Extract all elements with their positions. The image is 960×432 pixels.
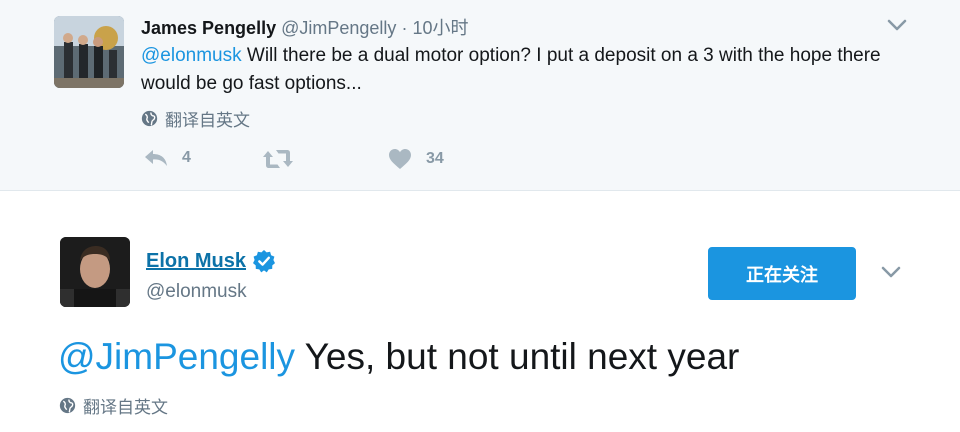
tweet-body: Yes, but not until next year — [295, 336, 740, 377]
translate-link[interactable]: 翻译自英文 — [59, 393, 168, 418]
separator: · — [401, 18, 408, 38]
reply-header: James Pengelly @JimPengelly · 10小时 — [141, 14, 468, 40]
reply-tweet[interactable]: James Pengelly @JimPengelly · 10小时 @elon… — [0, 0, 960, 191]
avatar-photo — [54, 16, 124, 88]
reply-icon — [145, 150, 167, 166]
author-handle[interactable]: @elonmusk — [146, 281, 247, 303]
globe-icon — [59, 397, 76, 414]
like-count: 34 — [426, 150, 444, 167]
tweet-text: @elonmusk Will there be a dual motor opt… — [141, 42, 881, 98]
chevron-down-icon[interactable] — [886, 18, 908, 32]
retweet-button[interactable] — [262, 148, 308, 170]
globe-icon — [141, 110, 158, 127]
author-name-link[interactable]: Elon Musk — [146, 249, 276, 273]
mention-link[interactable]: @elonmusk — [141, 45, 242, 66]
tweet-body: Will there be a dual motor option? I put… — [141, 45, 881, 94]
translate-link[interactable]: 翻译自英文 — [141, 106, 250, 131]
timestamp[interactable]: 10小时 — [412, 18, 468, 38]
retweet-icon — [263, 150, 293, 168]
tweet-text: @JimPengelly Yes, but not until next yea… — [58, 334, 918, 380]
following-button[interactable]: 正在关注 — [708, 247, 856, 300]
mention-link[interactable]: @JimPengelly — [58, 336, 295, 377]
avatar[interactable] — [60, 237, 130, 307]
translate-label: 翻译自英文 — [165, 111, 250, 130]
verified-badge-icon — [253, 250, 276, 273]
heart-icon — [389, 149, 411, 169]
chevron-down-icon[interactable] — [880, 265, 902, 279]
reply-count: 4 — [182, 149, 191, 166]
avatar[interactable] — [54, 16, 124, 88]
reply-button[interactable]: 4 — [144, 148, 191, 168]
author-name[interactable]: James Pengelly — [141, 18, 276, 38]
author-name[interactable]: Elon Musk — [146, 250, 246, 273]
translate-label: 翻译自英文 — [83, 398, 168, 417]
like-button[interactable]: 34 — [388, 148, 444, 170]
author-handle[interactable]: @JimPengelly — [281, 18, 396, 38]
avatar-photo — [60, 237, 130, 307]
tweet-actions: 4 34 — [144, 148, 544, 174]
